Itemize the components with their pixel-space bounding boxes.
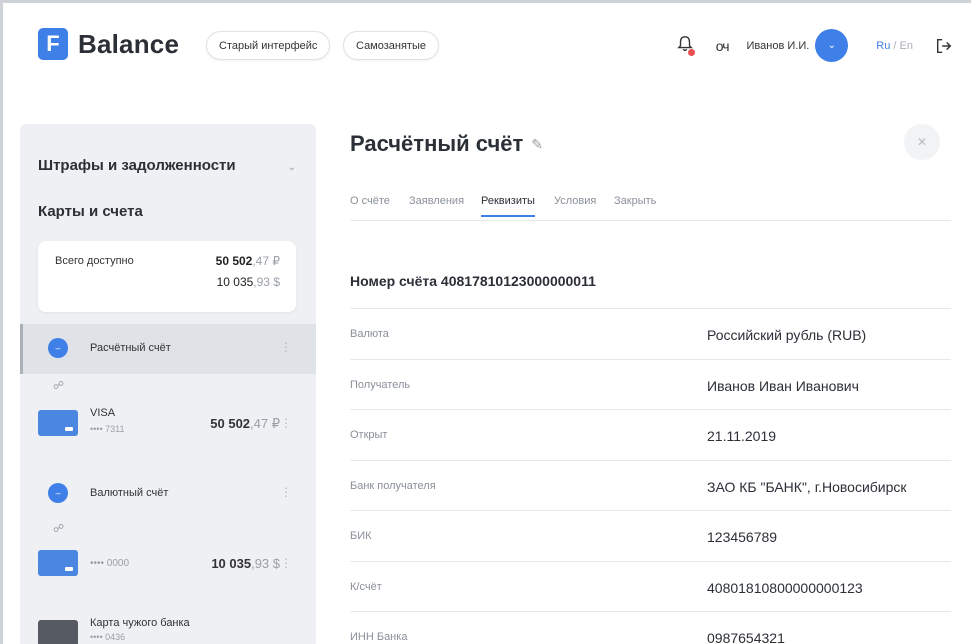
card-title: Карта чужого банка — [90, 617, 190, 629]
amount-frac: ,93 $ — [251, 556, 280, 571]
amount-frac: ,47 ₽ — [252, 254, 280, 268]
account-name: Расчётный счёт — [90, 342, 171, 354]
more-options-icon[interactable]: ⋮ — [280, 416, 292, 430]
ruble-icon: – — [48, 338, 68, 358]
detail-label: К/счёт — [350, 580, 382, 593]
lang-ru[interactable]: Ru — [876, 40, 890, 52]
detail-row: ИНН Банка 0987654321 — [350, 611, 951, 644]
card-number: •••• 7311 — [90, 424, 125, 434]
self-employed-button[interactable]: Самозанятые — [343, 31, 439, 60]
page-title-text: Расчётный счёт — [350, 131, 524, 156]
logout-icon[interactable] — [935, 37, 953, 55]
ruble-icon: – — [48, 483, 68, 503]
amount-int: 50 502 — [215, 254, 253, 268]
language-switcher[interactable]: Ru / En — [876, 40, 913, 52]
total-usd: 10 035,93 $ — [217, 275, 280, 289]
amount-int: 10 035 — [216, 275, 254, 289]
detail-row: БИК 123456789 — [350, 510, 951, 561]
logo[interactable]: F Balance — [38, 28, 179, 60]
tab-requisites[interactable]: Реквизиты — [481, 195, 535, 217]
card-item-0000[interactable]: •••• 0000 10 035,93 $ ⋮ — [20, 544, 316, 584]
fines-section-title[interactable]: Штрафы и задолженности — [38, 157, 236, 174]
detail-row: Банк получателя ЗАО КБ "БАНК", г.Новосиб… — [350, 459, 951, 511]
card-icon — [38, 410, 78, 436]
detail-label: БИК — [350, 530, 372, 542]
amount-int: 10 035 — [211, 556, 252, 571]
link-icon: ☍ — [53, 523, 65, 535]
user-name[interactable]: Иванов И.И. — [747, 40, 810, 52]
detail-value: 40801810800000000123 — [707, 579, 863, 596]
card-item-foreign[interactable]: Карта чужого банка •••• 0436 — [20, 614, 316, 644]
card-number: •••• 0000 — [90, 558, 130, 569]
detail-label: Банк получателя — [350, 479, 436, 492]
account-number: Номер счёта 40817810123000000011 — [350, 273, 596, 289]
old-interface-button[interactable]: Старый интерфейс — [206, 31, 331, 60]
detail-row: Получатель Иванов Иван Иванович — [350, 358, 951, 410]
cards-section-title: Карты и счета — [38, 203, 143, 220]
edit-pencil-icon[interactable]: ✎ — [531, 136, 543, 153]
detail-label: Получатель — [350, 378, 411, 391]
more-options-icon[interactable]: ⋮ — [280, 556, 292, 570]
account-item-current[interactable]: – Расчётный счёт ⋮ — [20, 324, 316, 374]
detail-label: ИНН Банка — [350, 631, 408, 643]
detail-row: Открыт 21.11.2019 — [350, 409, 951, 460]
notifications-bell-icon[interactable] — [676, 35, 698, 57]
user-menu-chevron-icon[interactable]: ⌄ — [815, 29, 849, 62]
amount-frac: ,93 $ — [253, 275, 280, 289]
detail-value: 21.11.2019 — [707, 428, 777, 444]
account-item-currency[interactable]: – Валютный счёт ⋮ — [20, 469, 316, 519]
card-balance: 50 502,47 ₽ — [210, 416, 280, 432]
more-options-icon[interactable]: ⋮ — [280, 485, 292, 499]
account-name: Валютный счёт — [90, 487, 169, 499]
chevron-down-icon[interactable]: ⌄ — [288, 162, 296, 173]
detail-value: 123456789 — [707, 529, 778, 545]
tab-conditions[interactable]: Условия — [554, 195, 596, 215]
amount-frac: ,47 ₽ — [250, 416, 280, 431]
total-rub: 50 502,47 ₽ — [216, 254, 280, 268]
total-available-card: Всего доступно 50 502,47 ₽ 10 035,93 $ — [38, 241, 296, 312]
card-balance: 10 035,93 $ — [211, 556, 280, 571]
amount-int: 50 502 — [210, 416, 251, 431]
detail-row: Валюта Российский рубль (RUB) — [350, 308, 951, 359]
sidebar: Штрафы и задолженности ⌄ Карты и счета В… — [20, 124, 316, 644]
page-title: Расчётный счёт ✎ — [350, 131, 543, 157]
keys-icon[interactable]: оч — [716, 38, 730, 54]
detail-row: К/счёт 40801810800000000123 — [350, 560, 951, 612]
close-button[interactable]: ✕ — [904, 124, 940, 160]
tab-close-account[interactable]: Закрыть — [614, 195, 656, 215]
logo-text: Balance — [78, 28, 180, 59]
header-actions: оч Иванов И.И. ⌄ Ru / En — [676, 29, 953, 62]
more-options-icon[interactable]: ⋮ — [280, 340, 292, 354]
card-item-visa[interactable]: VISA •••• 7311 50 502,47 ₽ ⋮ — [20, 404, 316, 444]
detail-value: 0987654321 — [707, 630, 785, 644]
app-window: F Balance Старый интерфейс Самозанятые о… — [0, 0, 971, 644]
tab-bar: О счёте Заявления Реквизиты Условия Закр… — [350, 195, 951, 221]
tab-statements[interactable]: Заявления — [409, 195, 464, 215]
link-icon: ☍ — [53, 380, 65, 392]
close-icon: ✕ — [916, 135, 928, 149]
requisites-table: Валюта Российский рубль (RUB) Получатель… — [350, 308, 951, 644]
card-title: VISA — [90, 407, 116, 419]
card-icon — [38, 550, 78, 576]
top-bar: F Balance Старый интерфейс Самозанятые о… — [3, 3, 971, 89]
total-label: Всего доступно — [55, 255, 134, 267]
detail-label: Валюта — [350, 328, 389, 340]
lang-en[interactable]: En — [900, 40, 913, 52]
detail-label: Открыт — [350, 429, 388, 441]
logo-icon: F — [38, 28, 68, 60]
bank-icon — [38, 620, 78, 644]
detail-value: Российский рубль (RUB) — [707, 327, 867, 343]
card-number: •••• 0436 — [90, 632, 126, 642]
detail-value: ЗАО КБ "БАНК", г.Новосибирск — [707, 478, 907, 495]
tab-about[interactable]: О счёте — [350, 195, 390, 215]
lang-separator: / — [893, 39, 897, 52]
notification-dot — [687, 48, 695, 56]
detail-value: Иванов Иван Иванович — [707, 377, 859, 394]
